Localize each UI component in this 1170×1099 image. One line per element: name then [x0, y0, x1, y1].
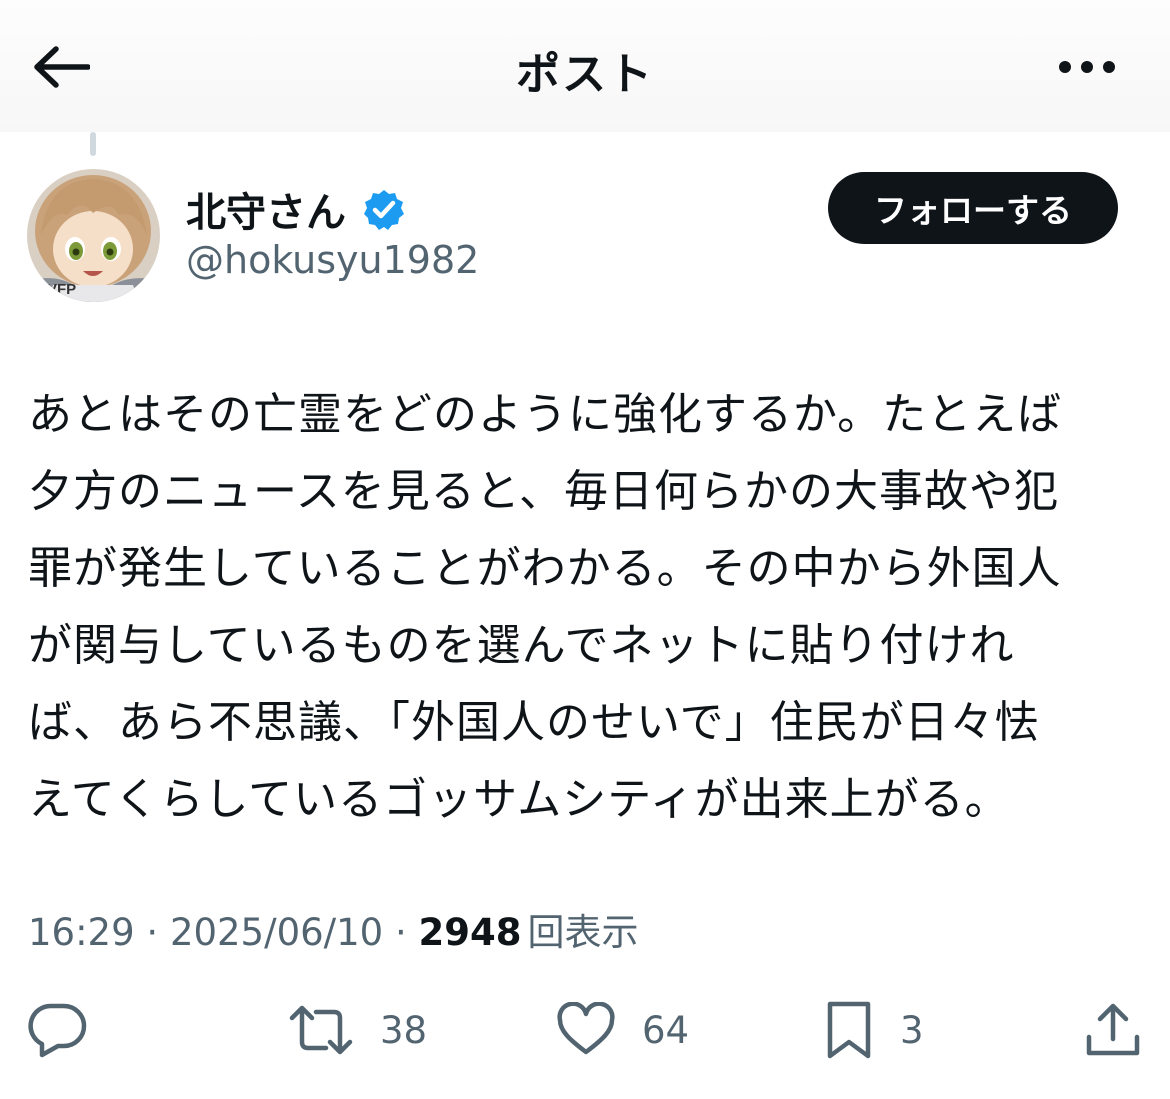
repost-icon	[289, 1005, 353, 1055]
reply-button[interactable]	[28, 1000, 114, 1060]
top-bar: ポスト	[0, 0, 1170, 132]
post-text-line: ば、あら不思議、「外国人のせいで」住民が日々怯	[28, 697, 1040, 748]
views-count: 2948	[418, 911, 522, 954]
post-meta: 16:29 · 2025/06/10 · 2948 回表示	[28, 902, 638, 956]
avatar[interactable]: VFP	[27, 169, 160, 302]
author-name[interactable]: 北守さん	[186, 180, 346, 238]
avatar-badge-text: VFP	[47, 281, 77, 298]
share-button[interactable]	[1084, 1000, 1168, 1060]
thread-connector	[90, 132, 96, 156]
meta-separator: ·	[134, 911, 170, 954]
repost-count: 38	[380, 1008, 428, 1052]
verified-badge-icon	[364, 190, 404, 230]
post-time[interactable]: 16:29	[28, 911, 135, 954]
like-count: 64	[642, 1008, 690, 1052]
post-detail-screen: ポスト VFP 北守さん @hokusyu1982 フォローする あとはその亡霊…	[0, 0, 1170, 1099]
post-text-line: が関与しているものを選んでネットに貼り付けれ	[28, 620, 1015, 671]
repost-button[interactable]: 38	[288, 1000, 427, 1060]
like-button[interactable]: 64	[556, 1000, 689, 1060]
post-text-line: あとはその亡霊をどのように強化するか。たとえば	[28, 389, 1063, 440]
more-button[interactable]	[1052, 50, 1122, 84]
follow-button[interactable]: フォローする	[828, 172, 1118, 244]
share-icon	[1086, 1003, 1140, 1056]
views-label: 回表示	[527, 911, 639, 954]
bookmark-icon	[827, 1001, 871, 1059]
post-text-line: 罪が発生していることがわかる。その中から外国人	[28, 543, 1062, 594]
more-horizontal-icon	[1059, 61, 1115, 73]
post-text: あとはその亡霊をどのように強化するか。たとえば 夕方のニュースを見ると、毎日何ら…	[28, 376, 1148, 838]
heart-icon	[557, 1002, 615, 1055]
post-date[interactable]: 2025/06/10	[170, 911, 383, 954]
meta-separator: ·	[383, 911, 419, 954]
post-text-line: えてくらしているゴッサムシティが出来上がる。	[28, 774, 1010, 825]
bookmark-count: 3	[900, 1008, 924, 1052]
author-handle[interactable]: @hokusyu1982	[186, 238, 479, 282]
post-text-line: 夕方のニュースを見ると、毎日何らかの大事故や犯	[28, 466, 1060, 517]
bookmark-button[interactable]: 3	[824, 1000, 924, 1060]
reply-icon	[28, 1003, 87, 1058]
page-title: ポスト	[516, 49, 654, 100]
